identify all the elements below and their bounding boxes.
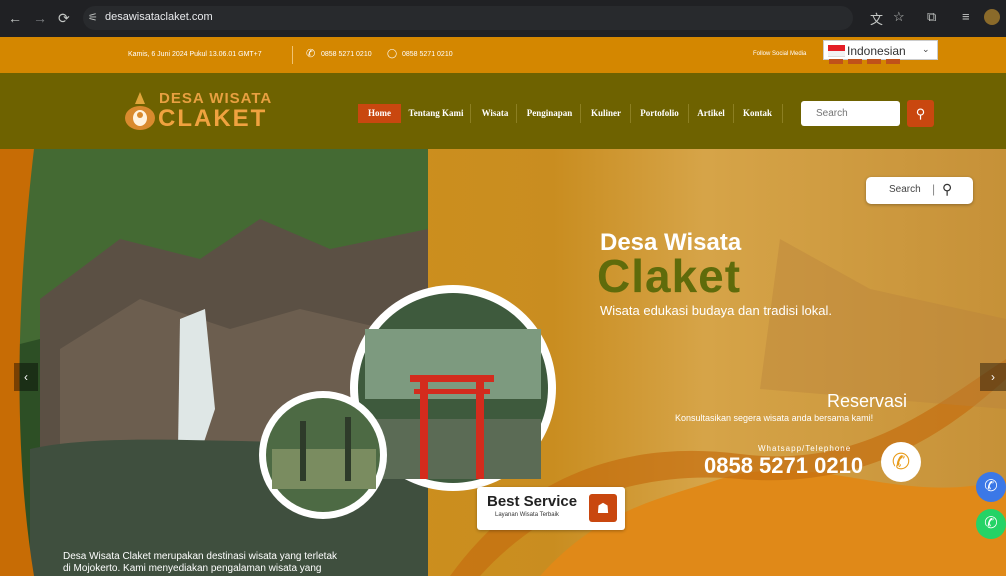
- language-select[interactable]: Indonesian ⌄: [823, 40, 938, 60]
- menu-kontak[interactable]: Kontak: [740, 104, 775, 123]
- chevron-down-icon: ⌄: [922, 44, 930, 54]
- slider-next-button[interactable]: ›: [980, 363, 1006, 391]
- hero-description-line2: di Mojokerto. Kami menyediakan pengalama…: [63, 563, 322, 574]
- hero-search-label: Search: [889, 184, 921, 195]
- social-instagram-icon[interactable]: [848, 59, 862, 64]
- divider: |: [932, 182, 936, 196]
- floating-whatsapp-button[interactable]: ✆: [976, 509, 1006, 539]
- contact-number[interactable]: 0858 5271 0210: [704, 453, 863, 479]
- flag-icon-lower: [828, 51, 845, 57]
- menu-divider: [470, 104, 471, 123]
- reservasi-subtitle: Konsultasikan segera wisata anda bersama…: [675, 413, 874, 423]
- url-text[interactable]: desawisataclaket.com: [105, 11, 213, 23]
- logo-line2[interactable]: CLAKET: [158, 105, 267, 133]
- menu-divider: [580, 104, 581, 123]
- menu-tentang-kami[interactable]: Tentang Kami: [406, 104, 466, 123]
- floating-phone-button[interactable]: ✆: [976, 472, 1006, 502]
- user-icon: ☗: [589, 494, 617, 522]
- whatsapp-text[interactable]: 0858 5271 0210: [402, 51, 453, 58]
- star-icon[interactable]: ☆: [893, 9, 905, 25]
- reading-list-icon[interactable]: ≡: [962, 9, 970, 24]
- reload-icon[interactable]: ⟳: [58, 9, 70, 27]
- phone-icon: ✆: [984, 478, 998, 495]
- translate-icon[interactable]: 文: [870, 9, 883, 28]
- browser-toolbar: ← → ⟳ ⚟ desawisataclaket.com 文 ☆ ⧉ ≡: [0, 0, 1006, 37]
- whatsapp-icon: ✆: [984, 515, 998, 532]
- site-info-icon[interactable]: ⚟: [88, 9, 98, 27]
- hero-description-line1: Desa Wisata Claket merupakan destinasi w…: [63, 551, 338, 562]
- back-icon[interactable]: ←: [8, 9, 22, 27]
- logo-icon[interactable]: [123, 90, 157, 132]
- menu-divider: [688, 104, 689, 123]
- hero-search-button[interactable]: Search | ⚲: [866, 177, 973, 204]
- extensions-icon[interactable]: ⧉: [927, 9, 936, 25]
- language-label: Indonesian: [847, 44, 906, 58]
- chevron-left-icon: ‹: [24, 370, 28, 384]
- top-info-bar: Kamis, 6 Juni 2024 Pukul 13.06.01 GMT+7 …: [0, 37, 1006, 73]
- social-facebook-icon[interactable]: [829, 59, 843, 64]
- menu-home[interactable]: Home: [358, 104, 401, 123]
- phone-icon: ✆: [306, 48, 316, 60]
- follow-social-label: Follow Social Media: [753, 51, 807, 57]
- whatsapp-phone-icon[interactable]: ✆: [881, 442, 921, 482]
- divider: [292, 46, 293, 64]
- phone-text[interactable]: 0858 5271 0210: [321, 51, 372, 58]
- header-search-button[interactable]: ⚲: [907, 100, 934, 127]
- profile-icon[interactable]: [984, 9, 1000, 25]
- hero-tagline: Wisata edukasi budaya dan tradisi lokal.: [600, 303, 832, 318]
- search-icon: ⚲: [942, 181, 953, 197]
- menu-divider: [782, 104, 783, 123]
- best-service-badge: Best Service Layanan Wisata Terbaik ☗: [477, 487, 625, 530]
- menu-penginapan[interactable]: Penginapan: [523, 104, 576, 123]
- menu-divider: [516, 104, 517, 123]
- header-search-input[interactable]: [801, 101, 900, 126]
- reservasi-title: Reservasi: [827, 391, 908, 411]
- hero-title-line2: Claket: [597, 250, 742, 302]
- contact-label: Whatsapp/Telephone: [758, 444, 852, 453]
- menu-divider: [733, 104, 734, 123]
- menu-artikel[interactable]: Artikel: [694, 104, 728, 123]
- slider-prev-button[interactable]: ‹: [14, 363, 38, 391]
- search-icon: ⚲: [915, 106, 926, 121]
- chevron-right-icon: ›: [991, 370, 995, 384]
- social-youtube-icon[interactable]: [867, 59, 881, 64]
- badge-subtitle: Layanan Wisata Terbaik: [495, 512, 559, 518]
- menu-kuliner[interactable]: Kuliner: [587, 104, 625, 123]
- menu-divider: [630, 104, 631, 123]
- menu-wisata[interactable]: Wisata: [478, 104, 512, 123]
- whatsapp-small-icon: ◯: [387, 48, 398, 58]
- datetime-text: Kamis, 6 Juni 2024 Pukul 13.06.01 GMT+7: [128, 51, 262, 58]
- forward-icon[interactable]: →: [33, 9, 47, 27]
- hero-slider: Search | ⚲ Desa Wisata Claket Wisata edu…: [0, 149, 1006, 576]
- social-tiktok-icon[interactable]: [886, 59, 900, 64]
- badge-title: Best Service: [487, 493, 578, 510]
- menu-portofolio[interactable]: Portofolio: [636, 104, 683, 123]
